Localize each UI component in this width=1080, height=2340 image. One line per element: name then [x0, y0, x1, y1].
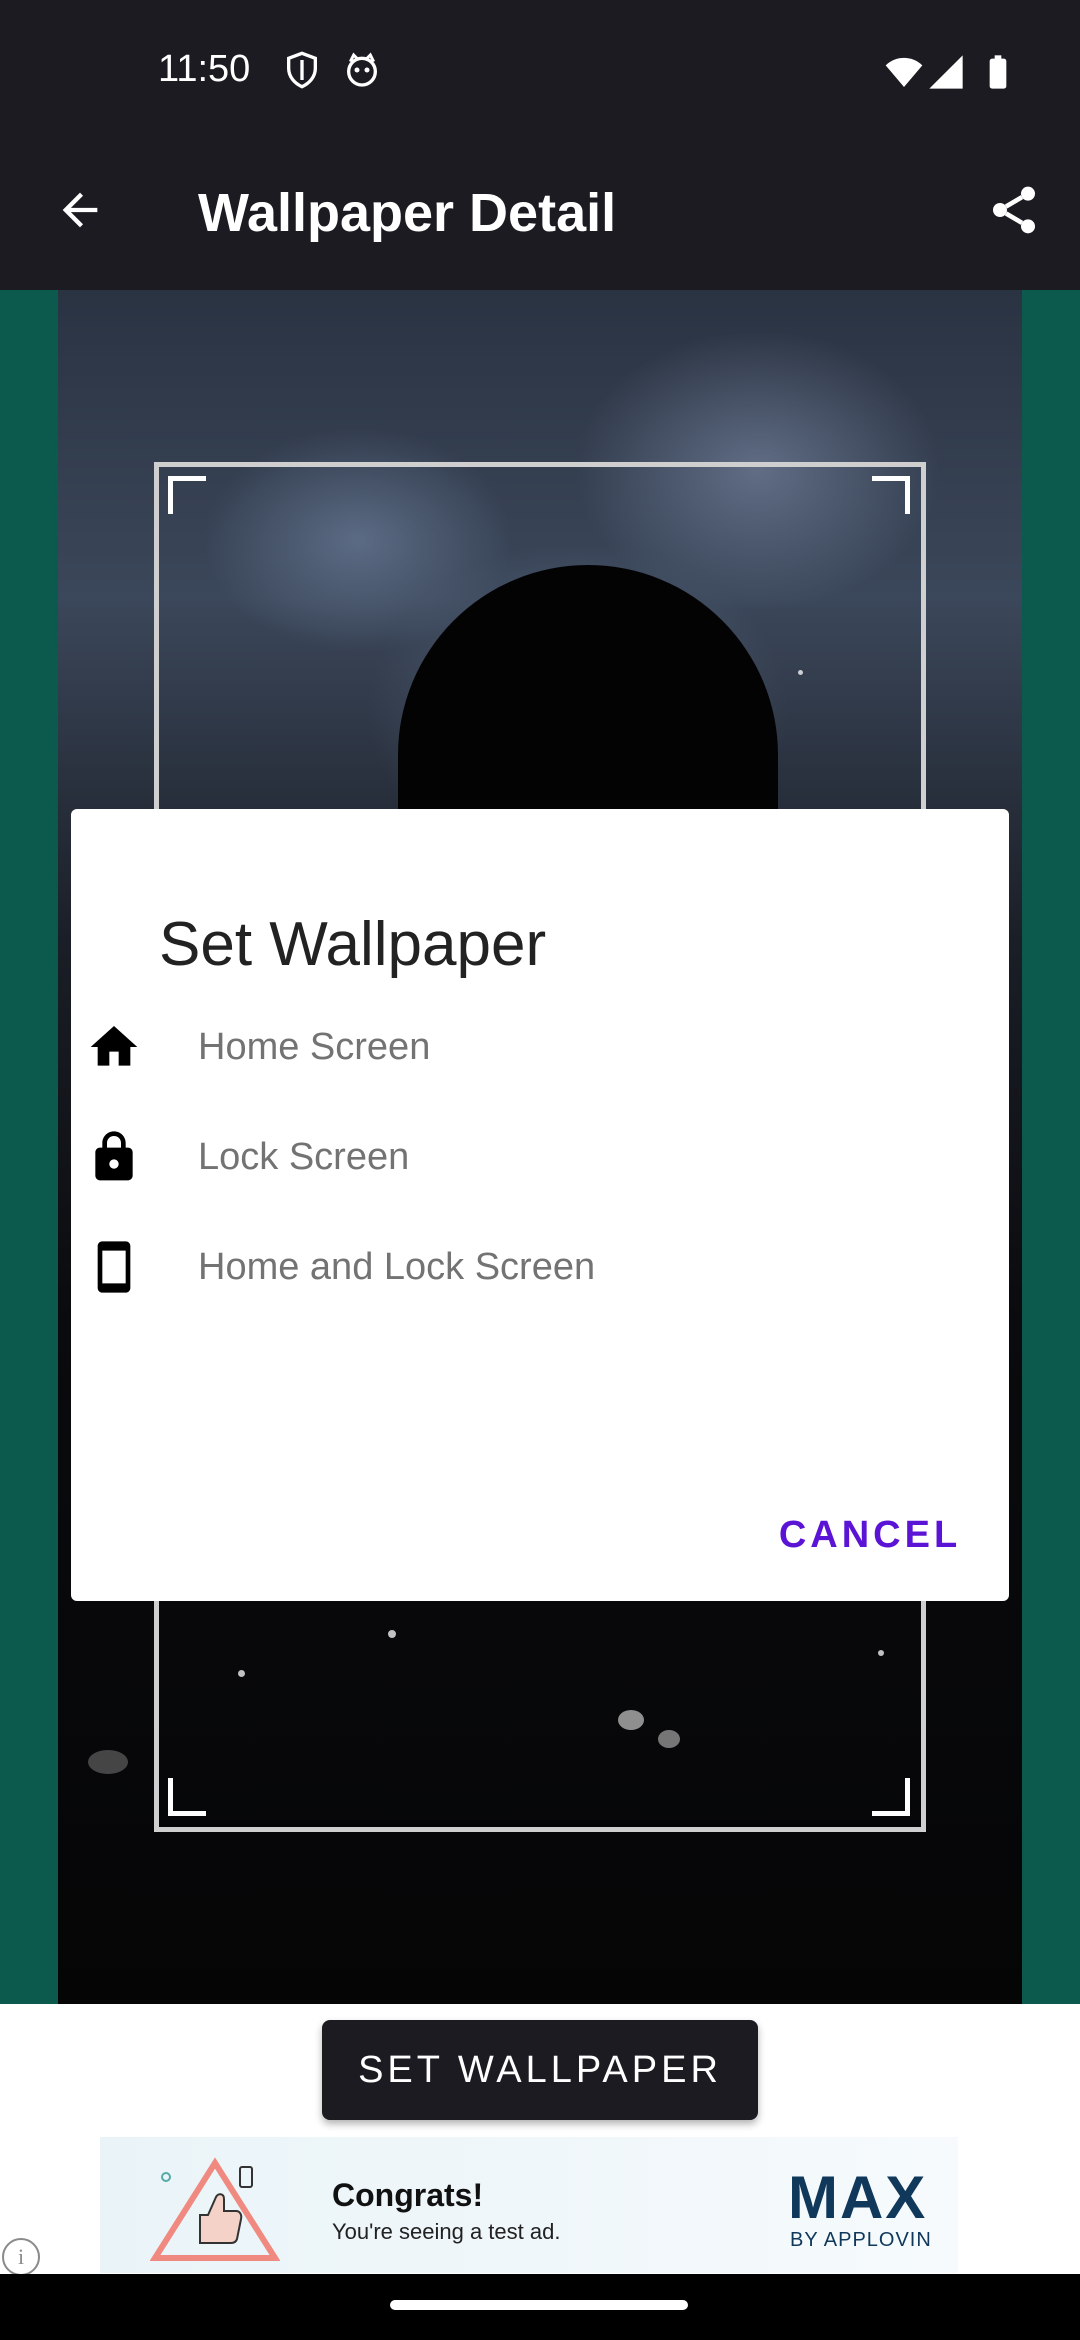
ad-subline: You're seeing a test ad.	[332, 2219, 561, 2244]
phone-icon	[86, 1239, 142, 1295]
wifi-icon	[884, 52, 924, 92]
home-icon	[86, 1019, 142, 1075]
set-wallpaper-button[interactable]: SET WALLPAPER	[322, 2020, 758, 2120]
shield-icon	[282, 50, 322, 90]
signal-icon	[926, 52, 966, 92]
option-home-screen[interactable]: Home Screen	[0, 997, 938, 1097]
home-gesture-handle[interactable]	[390, 2300, 688, 2310]
arrow-back-icon	[54, 184, 106, 241]
option-label: Home and Lock Screen	[198, 1245, 596, 1288]
status-time: 11:50	[158, 48, 251, 90]
cancel-button[interactable]: CANCEL	[770, 1500, 970, 1570]
crop-corner-top-left[interactable]	[168, 476, 206, 514]
crop-corner-bottom-right[interactable]	[872, 1778, 910, 1816]
dialog-title: Set Wallpaper	[159, 910, 547, 979]
info-glyph: i	[17, 2244, 25, 2269]
share-icon	[986, 182, 1042, 243]
battery-icon	[978, 52, 1018, 92]
back-button[interactable]	[40, 172, 120, 252]
thumbs-up-icon	[150, 2157, 280, 2261]
option-label: Lock Screen	[198, 1135, 410, 1178]
page-title: Wallpaper Detail	[198, 183, 617, 243]
share-button[interactable]	[974, 172, 1054, 252]
info-icon[interactable]: i	[2, 2238, 40, 2276]
option-home-and-lock-screen[interactable]: Home and Lock Screen	[0, 1217, 938, 1317]
option-lock-screen[interactable]: Lock Screen	[0, 1107, 938, 1207]
ad-headline: Congrats!	[332, 2177, 484, 2213]
ad-brand: MAX	[788, 2164, 928, 2231]
snow-particle	[88, 1750, 128, 1774]
cat-face-icon	[342, 50, 382, 90]
ad-brand-by: BY APPLOVIN	[790, 2229, 932, 2251]
ad-banner[interactable]: Congrats! You're seeing a test ad. MAX B…	[100, 2137, 958, 2273]
crop-corner-bottom-left[interactable]	[168, 1778, 206, 1816]
option-label: Home Screen	[198, 1025, 431, 1068]
lock-icon	[86, 1129, 142, 1185]
crop-corner-top-right[interactable]	[872, 476, 910, 514]
